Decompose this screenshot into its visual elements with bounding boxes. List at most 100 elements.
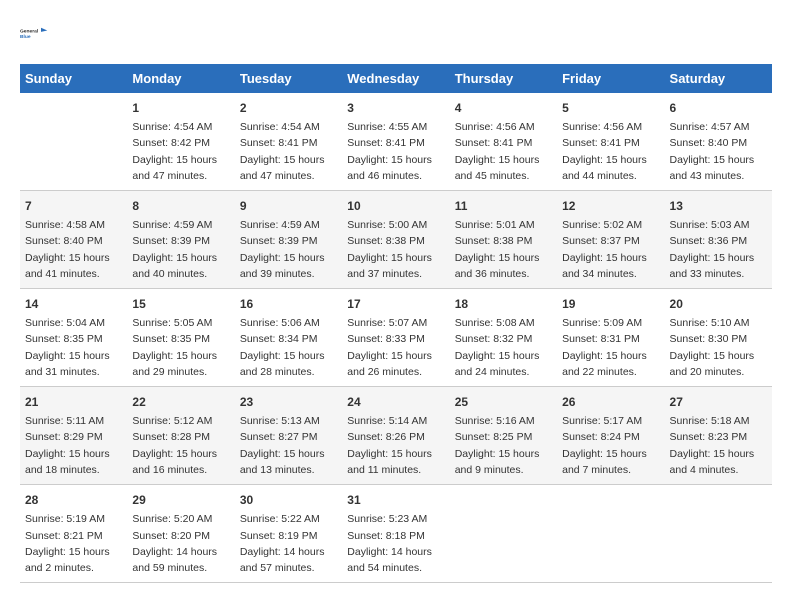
calendar-cell [450, 485, 557, 583]
day-number: 7 [25, 197, 122, 215]
calendar-header: SundayMondayTuesdayWednesdayThursdayFrid… [20, 64, 772, 93]
day-number: 16 [240, 295, 337, 313]
day-number: 11 [455, 197, 552, 215]
calendar-cell: 24Sunrise: 5:14 AM Sunset: 8:26 PM Dayli… [342, 387, 449, 485]
cell-content: Sunrise: 5:22 AM Sunset: 8:19 PM Dayligh… [240, 511, 337, 576]
cell-content: Sunrise: 5:17 AM Sunset: 8:24 PM Dayligh… [562, 413, 659, 478]
day-number: 9 [240, 197, 337, 215]
header-day: Friday [557, 64, 664, 93]
calendar-week-row: 14 Sunrise: 5:04 AM Sunset: 8:35 PM Dayli… [20, 289, 772, 387]
cell-content: Sunrise: 5:12 AM Sunset: 8:28 PM Dayligh… [132, 413, 229, 478]
header-day: Thursday [450, 64, 557, 93]
calendar-cell: 31Sunrise: 5:23 AM Sunset: 8:18 PM Dayli… [342, 485, 449, 583]
cell-content: Sunrise: 4:54 AM Sunset: 8:41 PM Dayligh… [240, 119, 337, 184]
day-number: 15 [132, 295, 229, 313]
cell-content: Sunrise: 5:20 AM Sunset: 8:20 PM Dayligh… [132, 511, 229, 576]
calendar-cell: 25 Sunrise: 5:16 AM Sunset: 8:25 PM Dayli… [450, 387, 557, 485]
svg-text:General: General [20, 29, 39, 35]
calendar-cell [20, 93, 127, 191]
header-day: Saturday [665, 64, 772, 93]
day-number: 22 [132, 393, 229, 411]
cell-content: Sunrise: 5:09 AM Sunset: 8:31 PM Dayligh… [562, 315, 659, 380]
calendar-cell: 8 Sunrise: 4:59 AM Sunset: 8:39 PM Daylig… [127, 191, 234, 289]
cell-content: Sunrise: 5:06 AM Sunset: 8:34 PM Dayligh… [240, 315, 337, 380]
calendar-week-row: 21Sunrise: 5:11 AM Sunset: 8:29 PM Dayli… [20, 387, 772, 485]
day-number: 6 [670, 99, 767, 117]
calendar-cell: 13 Sunrise: 5:03 AM Sunset: 8:36 PM Dayli… [665, 191, 772, 289]
calendar-week-row: 28 Sunrise: 5:19 AM Sunset: 8:21 PM Dayli… [20, 485, 772, 583]
calendar-cell: 6Sunrise: 4:57 AM Sunset: 8:40 PM Daylig… [665, 93, 772, 191]
day-number: 8 [132, 197, 229, 215]
header-row: SundayMondayTuesdayWednesdayThursdayFrid… [20, 64, 772, 93]
day-number: 14 [25, 295, 122, 313]
calendar-table: SundayMondayTuesdayWednesdayThursdayFrid… [20, 64, 772, 583]
cell-content: Sunrise: 5:03 AM Sunset: 8:36 PM Dayligh… [670, 217, 767, 282]
day-number: 20 [670, 295, 767, 313]
cell-content: Sunrise: 5:16 AM Sunset: 8:25 PM Dayligh… [455, 413, 552, 478]
calendar-cell: 26 Sunrise: 5:17 AM Sunset: 8:24 PM Dayli… [557, 387, 664, 485]
day-number: 26 [562, 393, 659, 411]
day-number: 2 [240, 99, 337, 117]
day-number: 3 [347, 99, 444, 117]
day-number: 18 [455, 295, 552, 313]
cell-content: Sunrise: 4:58 AM Sunset: 8:40 PM Dayligh… [25, 217, 122, 282]
day-number: 1 [132, 99, 229, 117]
calendar-cell: 17Sunrise: 5:07 AM Sunset: 8:33 PM Dayli… [342, 289, 449, 387]
calendar-cell: 20 Sunrise: 5:10 AM Sunset: 8:30 PM Dayli… [665, 289, 772, 387]
cell-content: Sunrise: 4:55 AM Sunset: 8:41 PM Dayligh… [347, 119, 444, 184]
logo: GeneralBlue [20, 20, 48, 48]
calendar-cell: 14 Sunrise: 5:04 AM Sunset: 8:35 PM Dayli… [20, 289, 127, 387]
calendar-cell [557, 485, 664, 583]
day-number: 10 [347, 197, 444, 215]
cell-content: Sunrise: 5:19 AM Sunset: 8:21 PM Dayligh… [25, 511, 122, 576]
day-number: 13 [670, 197, 767, 215]
cell-content: Sunrise: 5:01 AM Sunset: 8:38 PM Dayligh… [455, 217, 552, 282]
calendar-cell: 5 Sunrise: 4:56 AM Sunset: 8:41 PM Daylig… [557, 93, 664, 191]
calendar-cell: 16 Sunrise: 5:06 AM Sunset: 8:34 PM Dayli… [235, 289, 342, 387]
page-header: GeneralBlue [20, 20, 772, 48]
cell-content: Sunrise: 5:05 AM Sunset: 8:35 PM Dayligh… [132, 315, 229, 380]
cell-content: Sunrise: 5:13 AM Sunset: 8:27 PM Dayligh… [240, 413, 337, 478]
calendar-cell: 28 Sunrise: 5:19 AM Sunset: 8:21 PM Dayli… [20, 485, 127, 583]
day-number: 27 [670, 393, 767, 411]
calendar-cell: 2 Sunrise: 4:54 AM Sunset: 8:41 PM Daylig… [235, 93, 342, 191]
header-day: Monday [127, 64, 234, 93]
calendar-cell: 7 Sunrise: 4:58 AM Sunset: 8:40 PM Daylig… [20, 191, 127, 289]
cell-content: Sunrise: 5:23 AM Sunset: 8:18 PM Dayligh… [347, 511, 444, 576]
calendar-cell: 29Sunrise: 5:20 AM Sunset: 8:20 PM Dayli… [127, 485, 234, 583]
cell-content: Sunrise: 5:00 AM Sunset: 8:38 PM Dayligh… [347, 217, 444, 282]
day-number: 24 [347, 393, 444, 411]
day-number: 5 [562, 99, 659, 117]
cell-content: Sunrise: 4:59 AM Sunset: 8:39 PM Dayligh… [132, 217, 229, 282]
day-number: 28 [25, 491, 122, 509]
cell-content: Sunrise: 5:10 AM Sunset: 8:30 PM Dayligh… [670, 315, 767, 380]
cell-content: Sunrise: 5:04 AM Sunset: 8:35 PM Dayligh… [25, 315, 122, 380]
calendar-cell: 21Sunrise: 5:11 AM Sunset: 8:29 PM Dayli… [20, 387, 127, 485]
calendar-week-row: 7 Sunrise: 4:58 AM Sunset: 8:40 PM Daylig… [20, 191, 772, 289]
cell-content: Sunrise: 4:56 AM Sunset: 8:41 PM Dayligh… [562, 119, 659, 184]
calendar-cell: 12 Sunrise: 5:02 AM Sunset: 8:37 PM Dayli… [557, 191, 664, 289]
calendar-cell: 19 Sunrise: 5:09 AM Sunset: 8:31 PM Dayli… [557, 289, 664, 387]
day-number: 23 [240, 393, 337, 411]
calendar-week-row: 1Sunrise: 4:54 AM Sunset: 8:42 PM Daylig… [20, 93, 772, 191]
calendar-body: 1Sunrise: 4:54 AM Sunset: 8:42 PM Daylig… [20, 93, 772, 583]
cell-content: Sunrise: 5:07 AM Sunset: 8:33 PM Dayligh… [347, 315, 444, 380]
header-day: Tuesday [235, 64, 342, 93]
header-day: Wednesday [342, 64, 449, 93]
calendar-cell: 15 Sunrise: 5:05 AM Sunset: 8:35 PM Dayli… [127, 289, 234, 387]
day-number: 30 [240, 491, 337, 509]
day-number: 25 [455, 393, 552, 411]
day-number: 12 [562, 197, 659, 215]
day-number: 19 [562, 295, 659, 313]
header-day: Sunday [20, 64, 127, 93]
cell-content: Sunrise: 4:56 AM Sunset: 8:41 PM Dayligh… [455, 119, 552, 184]
cell-content: Sunrise: 5:02 AM Sunset: 8:37 PM Dayligh… [562, 217, 659, 282]
day-number: 21 [25, 393, 122, 411]
calendar-cell: 3 Sunrise: 4:55 AM Sunset: 8:41 PM Daylig… [342, 93, 449, 191]
calendar-cell: 22 Sunrise: 5:12 AM Sunset: 8:28 PM Dayli… [127, 387, 234, 485]
calendar-cell: 18Sunrise: 5:08 AM Sunset: 8:32 PM Dayli… [450, 289, 557, 387]
calendar-cell: 9Sunrise: 4:59 AM Sunset: 8:39 PM Daylig… [235, 191, 342, 289]
calendar-cell: 4Sunrise: 4:56 AM Sunset: 8:41 PM Daylig… [450, 93, 557, 191]
calendar-cell: 11 Sunrise: 5:01 AM Sunset: 8:38 PM Dayli… [450, 191, 557, 289]
calendar-cell [665, 485, 772, 583]
